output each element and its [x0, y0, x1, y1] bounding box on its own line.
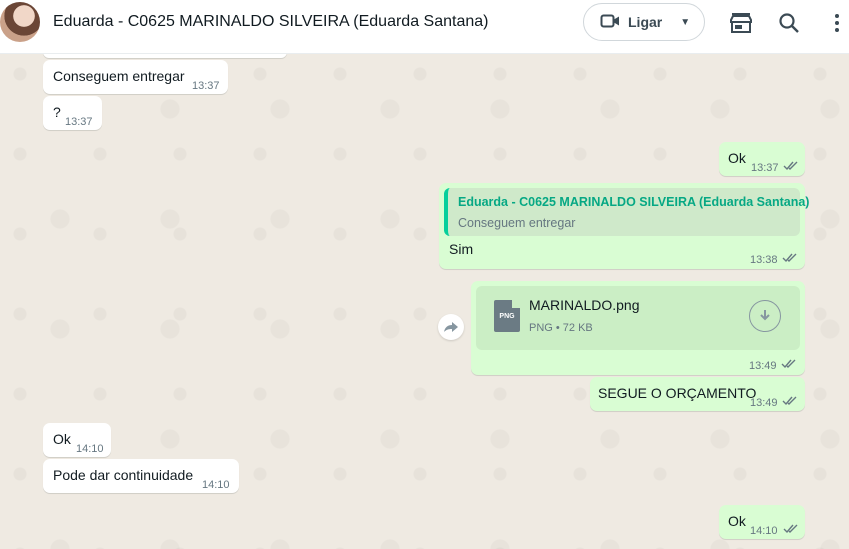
search-icon[interactable] — [776, 10, 802, 36]
message-time: 14:10 — [202, 479, 230, 491]
message-outgoing[interactable]: SEGUE O ORÇAMENTO 13:49 — [590, 377, 805, 411]
chat-title[interactable]: Eduarda - C0625 MARINALDO SILVEIRA (Edua… — [53, 13, 488, 31]
message-outgoing-document[interactable]: PNG MARINALDO.png PNG • 72 KB 13:49 — [471, 281, 805, 375]
double-check-icon — [782, 253, 797, 263]
document-attachment[interactable]: PNG MARINALDO.png PNG • 72 KB — [476, 286, 800, 350]
chat-area[interactable]: Conseguem entregar 13:37 ? 13:37 Ok 13:3… — [0, 46, 849, 549]
message-time: 13:37 — [751, 162, 779, 174]
document-icon: PNG — [494, 300, 520, 332]
double-check-icon — [783, 161, 798, 171]
message-text: Pode dar continuidade — [53, 467, 194, 483]
download-icon[interactable] — [749, 300, 781, 332]
message-text: Ok — [53, 431, 71, 447]
quoted-message[interactable]: Eduarda - C0625 MARINALDO SILVEIRA (Edua… — [444, 188, 809, 236]
double-check-icon — [781, 359, 796, 369]
avatar[interactable] — [0, 2, 40, 42]
message-time: 13:37 — [65, 116, 93, 128]
message-text: Conseguem entregar — [53, 68, 185, 84]
message-time: 13:38 — [750, 254, 778, 266]
message-time: 13:37 — [192, 80, 220, 92]
document-meta: PNG • 72 KB — [529, 322, 593, 334]
message-incoming[interactable]: Ok 14:10 — [43, 423, 111, 457]
message-time: 14:10 — [750, 525, 778, 537]
message-text: ? — [53, 104, 61, 120]
store-icon[interactable] — [728, 10, 754, 36]
message-text: Ok — [728, 513, 746, 529]
message-time: 14:10 — [76, 443, 104, 455]
quoted-author: Eduarda - C0625 MARINALDO SILVEIRA (Edua… — [458, 195, 810, 209]
menu-icon[interactable] — [824, 10, 849, 36]
message-text: Sim — [449, 241, 474, 257]
message-outgoing[interactable]: Ok 14:10 — [719, 505, 805, 539]
document-name: MARINALDO.png — [529, 297, 640, 313]
quoted-text: Conseguem entregar — [458, 216, 576, 230]
message-incoming[interactable]: Conseguem entregar 13:37 — [43, 60, 228, 94]
message-outgoing[interactable]: Ok 13:37 — [719, 142, 805, 176]
call-button-label: Ligar — [628, 14, 663, 30]
message-outgoing-reply[interactable]: Eduarda - C0625 MARINALDO SILVEIRA (Edua… — [439, 183, 809, 269]
chat-header: Eduarda - C0625 MARINALDO SILVEIRA (Edua… — [0, 0, 849, 54]
double-check-icon — [782, 396, 797, 406]
message-time: 13:49 — [750, 397, 778, 409]
message-incoming[interactable]: Pode dar continuidade 14:10 — [43, 459, 239, 493]
message-incoming[interactable]: ? 13:37 — [43, 96, 102, 130]
dropdown-caret-icon: ▼ — [680, 16, 691, 28]
message-text: SEGUE O ORÇAMENTO — [598, 385, 757, 401]
call-button[interactable]: Ligar ▼ — [583, 3, 705, 41]
double-check-icon — [783, 524, 798, 534]
forward-icon[interactable] — [438, 314, 464, 340]
message-time: 13:49 — [749, 360, 777, 372]
message-text: Ok — [728, 150, 746, 166]
video-call-icon — [600, 13, 620, 32]
